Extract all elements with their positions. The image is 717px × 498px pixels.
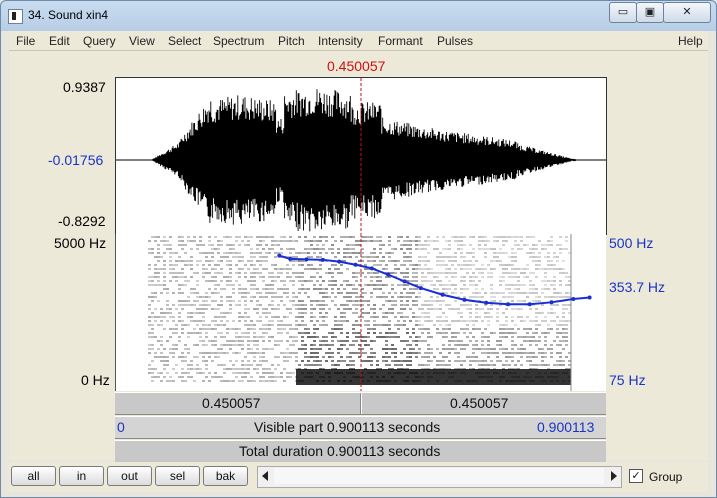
pitch-point bbox=[277, 253, 282, 258]
visible-part-bar[interactable]: 0 Visible part 0.900113 seconds 0.900113 bbox=[115, 416, 606, 439]
bottom-controls: all in out sel bak ✓ Group bbox=[9, 462, 708, 492]
spectrogram-bottom-freq: 0 Hz bbox=[81, 372, 110, 388]
pitch-point bbox=[386, 272, 391, 277]
spectrogram-top-freq: 5000 Hz bbox=[54, 235, 107, 251]
pitch-point bbox=[484, 300, 489, 305]
pitch-point bbox=[288, 256, 293, 261]
waveform-panel[interactable] bbox=[115, 77, 607, 235]
pitch-point bbox=[549, 300, 554, 305]
pitch-point bbox=[402, 279, 407, 284]
left-time-label: 0.450057 bbox=[202, 395, 261, 411]
menu-edit[interactable]: Edit bbox=[49, 34, 70, 48]
pitch-point bbox=[505, 302, 510, 307]
praat-sound-window: 34. Sound xin4 ▭ ▣ ✕ File Edit Query Vie… bbox=[0, 0, 717, 498]
menu-select[interactable]: Select bbox=[168, 34, 201, 48]
pitch-axis-top: 500 Hz bbox=[609, 235, 654, 251]
right-time-label: 0.450057 bbox=[450, 395, 509, 411]
scroll-left-icon[interactable] bbox=[262, 471, 268, 481]
pitch-point bbox=[353, 262, 358, 267]
pitch-axis-bottom: 75 Hz bbox=[609, 372, 646, 388]
zoom-out-button[interactable]: out bbox=[107, 466, 152, 486]
spectrogram-texture bbox=[148, 236, 571, 382]
zoom-all-button[interactable]: all bbox=[11, 466, 56, 486]
selection-bar[interactable]: 0.450057 0.450057 bbox=[115, 392, 606, 415]
menu-intensity[interactable]: Intensity bbox=[318, 34, 363, 48]
waveform-min-label: -0.8292 bbox=[58, 213, 106, 229]
low-frequency-band bbox=[296, 369, 571, 385]
pitch-point bbox=[369, 266, 374, 271]
spectrogram-plot bbox=[148, 234, 592, 391]
total-duration-bar[interactable]: Total duration 0.900113 seconds bbox=[115, 440, 606, 463]
pitch-point bbox=[527, 302, 532, 307]
zoom-in-button[interactable]: in bbox=[59, 466, 104, 486]
pitch-point bbox=[418, 286, 423, 291]
menu-pitch[interactable]: Pitch bbox=[278, 34, 305, 48]
visible-part-label: Visible part 0.900113 seconds bbox=[254, 419, 441, 435]
pitch-point bbox=[304, 257, 309, 262]
spectrogram-panel[interactable] bbox=[115, 234, 606, 391]
pitch-point bbox=[462, 297, 467, 302]
menu-formant[interactable]: Formant bbox=[378, 34, 423, 48]
pitch-point bbox=[440, 292, 445, 297]
maximize-button[interactable]: ▣ bbox=[636, 2, 664, 23]
group-label: Group bbox=[649, 470, 683, 484]
horizontal-scrollbar[interactable] bbox=[257, 466, 622, 488]
visible-start-label: 0 bbox=[117, 419, 125, 435]
scrollbar-thumb[interactable] bbox=[274, 468, 604, 484]
window-title: 34. Sound xin4 bbox=[28, 8, 109, 22]
menu-query[interactable]: Query bbox=[83, 34, 116, 48]
group-checkbox[interactable]: ✓ bbox=[629, 469, 643, 483]
waveform-plot bbox=[116, 78, 606, 234]
menu-help[interactable]: Help bbox=[678, 34, 703, 48]
scroll-right-icon[interactable] bbox=[611, 471, 617, 481]
zoom-sel-button[interactable]: sel bbox=[155, 466, 200, 486]
title-bar[interactable]: 34. Sound xin4 ▭ ▣ ✕ bbox=[1, 1, 716, 31]
pitch-axis-mid: 353.7 Hz bbox=[609, 279, 666, 295]
zoom-back-button[interactable]: bak bbox=[203, 466, 248, 486]
total-duration-label: Total duration 0.900113 seconds bbox=[239, 443, 441, 459]
pitch-point bbox=[337, 259, 342, 264]
app-icon bbox=[8, 9, 23, 24]
minimize-button[interactable]: ▭ bbox=[609, 2, 637, 23]
pitch-point bbox=[587, 295, 592, 300]
menu-file[interactable]: File bbox=[16, 34, 35, 48]
menu-spectrum[interactable]: Spectrum bbox=[213, 34, 264, 48]
pitch-point bbox=[571, 296, 576, 301]
menu-pulses[interactable]: Pulses bbox=[437, 34, 473, 48]
background-window-ghost bbox=[331, 5, 531, 21]
menu-bar: File Edit Query View Select Spectrum Pit… bbox=[9, 31, 708, 51]
bar-separator bbox=[360, 393, 362, 414]
waveform-mid-label: -0.01756 bbox=[48, 152, 104, 168]
pitch-point bbox=[320, 257, 325, 262]
menu-view[interactable]: View bbox=[129, 34, 155, 48]
cursor-time-label: 0.450057 bbox=[327, 58, 386, 74]
visible-end-label: 0.900113 bbox=[537, 419, 595, 435]
close-button[interactable]: ✕ bbox=[663, 2, 711, 23]
waveform-max-label: 0.9387 bbox=[63, 79, 106, 95]
editor-area: 0.450057 0.9387 -0.01756 -0.8292 5000 Hz… bbox=[9, 51, 708, 463]
